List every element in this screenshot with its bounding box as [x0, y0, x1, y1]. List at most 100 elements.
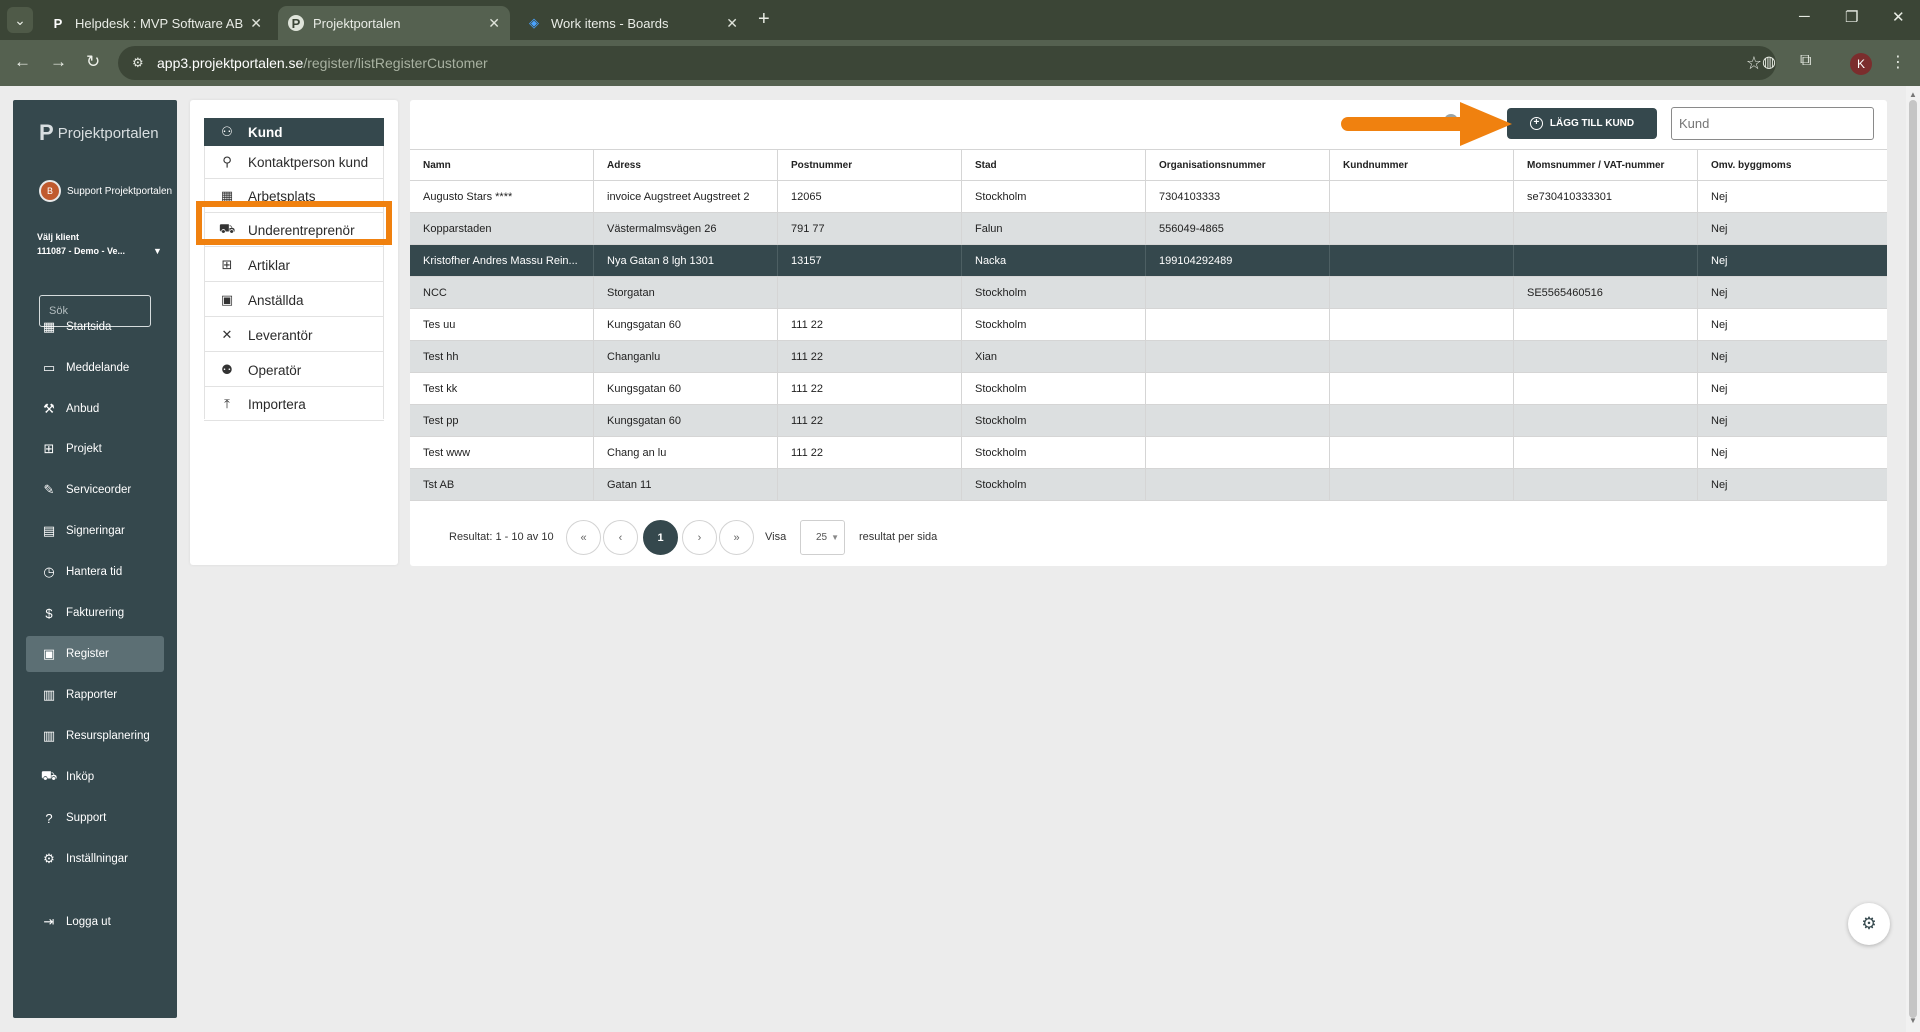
address-bar[interactable]: ⚙ app3.projektportalen.se/register/listR…	[118, 46, 1776, 80]
table-cell: Tst AB	[410, 469, 594, 500]
last-page-button[interactable]: »	[719, 520, 754, 555]
sidebar-item-inkop[interactable]: ⛟ Inköp	[26, 759, 164, 795]
scroll-up-icon[interactable]: ▲	[1909, 90, 1917, 99]
table-row[interactable]: Kopparstaden Västermalmsvägen 26 791 77 Fal…	[410, 213, 1887, 245]
table-row[interactable]: Test pp Kungsgatan 60 111 22 Stockholm Nej	[410, 405, 1887, 437]
column-header[interactable]: Stad	[962, 150, 1146, 180]
site-settings-icon[interactable]: ⚙	[132, 55, 144, 71]
customer-search-input[interactable]	[1671, 107, 1874, 140]
table-cell	[1330, 373, 1514, 404]
add-customer-button[interactable]: + LÄGG TILL KUND	[1507, 108, 1657, 139]
restore-icon[interactable]: ❐	[1845, 8, 1858, 26]
table-cell	[1146, 341, 1330, 372]
boxes-icon: ⊞	[221, 257, 233, 272]
sidebar-item-anbud[interactable]: ⚒ Anbud	[26, 391, 164, 427]
table-cell	[1330, 341, 1514, 372]
sidebar-item-resursplanering[interactable]: ▥ Resursplanering	[26, 718, 164, 754]
first-page-button[interactable]: «	[566, 520, 601, 555]
sidebar-item-projekt[interactable]: ⊞ Projekt	[26, 431, 164, 467]
tab-search-button[interactable]: ⌄	[7, 7, 33, 33]
column-header[interactable]: Adress	[594, 150, 778, 180]
table-cell: Falun	[962, 213, 1146, 244]
kebab-menu-icon[interactable]: ⋮	[1890, 52, 1906, 72]
submenu-item-importera[interactable]: ⤒ Importera	[204, 388, 384, 421]
register-icon: ▣	[42, 646, 56, 661]
settings-fab-gear-icon[interactable]: ⚙	[1848, 903, 1890, 945]
sidebar-item-meddelande[interactable]: ▭ Meddelande	[26, 350, 164, 386]
browser-tab-work-items[interactable]: ◈ Work items - Boards ✕	[516, 6, 748, 40]
submenu-item-anstallda[interactable]: ▣ Anställda	[204, 284, 384, 317]
column-header[interactable]: Omv. byggmoms	[1698, 150, 1887, 180]
calendar-icon: ▥	[42, 728, 56, 743]
sidebar-item-register[interactable]: ▣ Register	[26, 636, 164, 672]
prev-page-button[interactable]: ‹	[603, 520, 638, 555]
forward-arrow-icon[interactable]: →	[50, 52, 67, 72]
gear-icon: ⚙	[43, 851, 55, 866]
table-cell	[1330, 405, 1514, 436]
profile-avatar[interactable]: K	[1850, 53, 1872, 75]
table-cell	[1514, 245, 1698, 276]
table-cell	[1514, 341, 1698, 372]
back-arrow-icon[interactable]: ←	[14, 52, 31, 72]
table-row[interactable]: Tst AB Gatan 11 Stockholm Nej	[410, 469, 1887, 501]
window-close-icon[interactable]: ✕	[1892, 8, 1905, 26]
extension-icon[interactable]: ◍	[1762, 52, 1776, 72]
submenu-item-artiklar[interactable]: ⊞ Artiklar	[204, 249, 384, 282]
page-scrollbar[interactable]: ▲ ▼	[1906, 86, 1920, 1032]
sidebar-item-hantera-tid[interactable]: ◷ Hantera tid	[26, 554, 164, 590]
submenu-item-kund[interactable]: ⚇ Kund	[204, 118, 384, 146]
table-row[interactable]: Test kk Kungsgatan 60 111 22 Stockholm Nej	[410, 373, 1887, 405]
submenu-item-kontaktperson[interactable]: ⚲ Kontaktperson kund	[204, 146, 384, 179]
close-icon[interactable]: ✕	[726, 15, 738, 32]
per-page-select[interactable]: 25 ▼	[800, 520, 845, 555]
logout-button[interactable]: ⇥ Logga ut	[26, 904, 164, 940]
reload-icon[interactable]: ↻	[86, 52, 100, 72]
next-page-button[interactable]: ›	[682, 520, 717, 555]
column-header[interactable]: Namn	[410, 150, 594, 180]
browser-tab-helpdesk[interactable]: P Helpdesk : MVP Software AB ✕	[40, 6, 272, 40]
page-1-button[interactable]: 1	[643, 520, 678, 555]
sidebar-item-serviceorder[interactable]: ✎ Serviceorder	[26, 472, 164, 508]
app-logo[interactable]: P Projektportalen	[39, 120, 159, 146]
new-tab-button[interactable]: +	[758, 8, 770, 30]
close-icon[interactable]: ✕	[488, 15, 500, 32]
pagination: Resultat: 1 - 10 av 10 « ‹ 1 › » Visa 25…	[410, 518, 1887, 558]
sidebar-item-signeringar[interactable]: ▤ Signeringar	[26, 513, 164, 549]
column-header[interactable]: Kundnummer	[1330, 150, 1514, 180]
support-user[interactable]: B Support Projektportalen	[39, 180, 175, 202]
bookmark-star-icon[interactable]: ☆	[1746, 53, 1762, 74]
table-cell: Västermalmsvägen 26	[594, 213, 778, 244]
column-header[interactable]: Momsnummer / VAT-nummer	[1514, 150, 1698, 180]
table-cell: Kungsgatan 60	[594, 405, 778, 436]
submenu-item-leverantor[interactable]: ✕ Leverantör	[204, 319, 384, 352]
table-row[interactable]: NCC Storgatan Stockholm SE5565460516 Nej	[410, 277, 1887, 309]
minimize-icon[interactable]: ─	[1799, 8, 1810, 25]
table-cell: SE5565460516	[1514, 277, 1698, 308]
submenu-item-operator[interactable]: ⚉ Operatör	[204, 354, 384, 387]
table-row[interactable]: Tes uu Kungsgatan 60 111 22 Stockholm Nej	[410, 309, 1887, 341]
table-cell: Stockholm	[962, 309, 1146, 340]
table-row[interactable]: Kristofher Andres Massu Rein... Nya Gatan…	[410, 245, 1887, 277]
column-header[interactable]: Postnummer	[778, 150, 962, 180]
table-cell	[1330, 277, 1514, 308]
sidebar-item-rapporter[interactable]: ▥ Rapporter	[26, 677, 164, 713]
sidebar-item-installningar[interactable]: ⚙ Inställningar	[26, 841, 164, 877]
scroll-down-icon[interactable]: ▼	[1909, 1016, 1917, 1025]
caret-down-icon[interactable]: ▼	[153, 246, 162, 256]
scrollbar-thumb[interactable]	[1909, 100, 1917, 1018]
puzzle-extensions-icon[interactable]: ⧉	[1800, 52, 1811, 70]
client-select[interactable]: 111087 - Demo - Ve...	[37, 246, 125, 256]
table-row[interactable]: Augusto Stars **** invoice Augstreet Augs…	[410, 181, 1887, 213]
sidebar-item-support[interactable]: ? Support	[26, 800, 164, 836]
table-cell: Kristofher Andres Massu Rein...	[410, 245, 594, 276]
close-icon[interactable]: ✕	[250, 15, 262, 32]
document-icon: ▤	[42, 523, 56, 538]
column-header[interactable]: Organisationsnummer	[1146, 150, 1330, 180]
sidebar-item-fakturering[interactable]: $ Fakturering	[26, 595, 164, 631]
table-row[interactable]: Test www Chang an lu 111 22 Stockholm Nej	[410, 437, 1887, 469]
browser-tab-projektportalen[interactable]: P Projektportalen ✕	[278, 6, 510, 40]
table-cell: NCC	[410, 277, 594, 308]
table-row[interactable]: Test hh Changanlu 111 22 Xian Nej	[410, 341, 1887, 373]
main-sidebar: P Projektportalen B Support Projektporta…	[13, 100, 177, 1018]
sidebar-item-startsida[interactable]: ▦ Startsida	[26, 309, 164, 345]
